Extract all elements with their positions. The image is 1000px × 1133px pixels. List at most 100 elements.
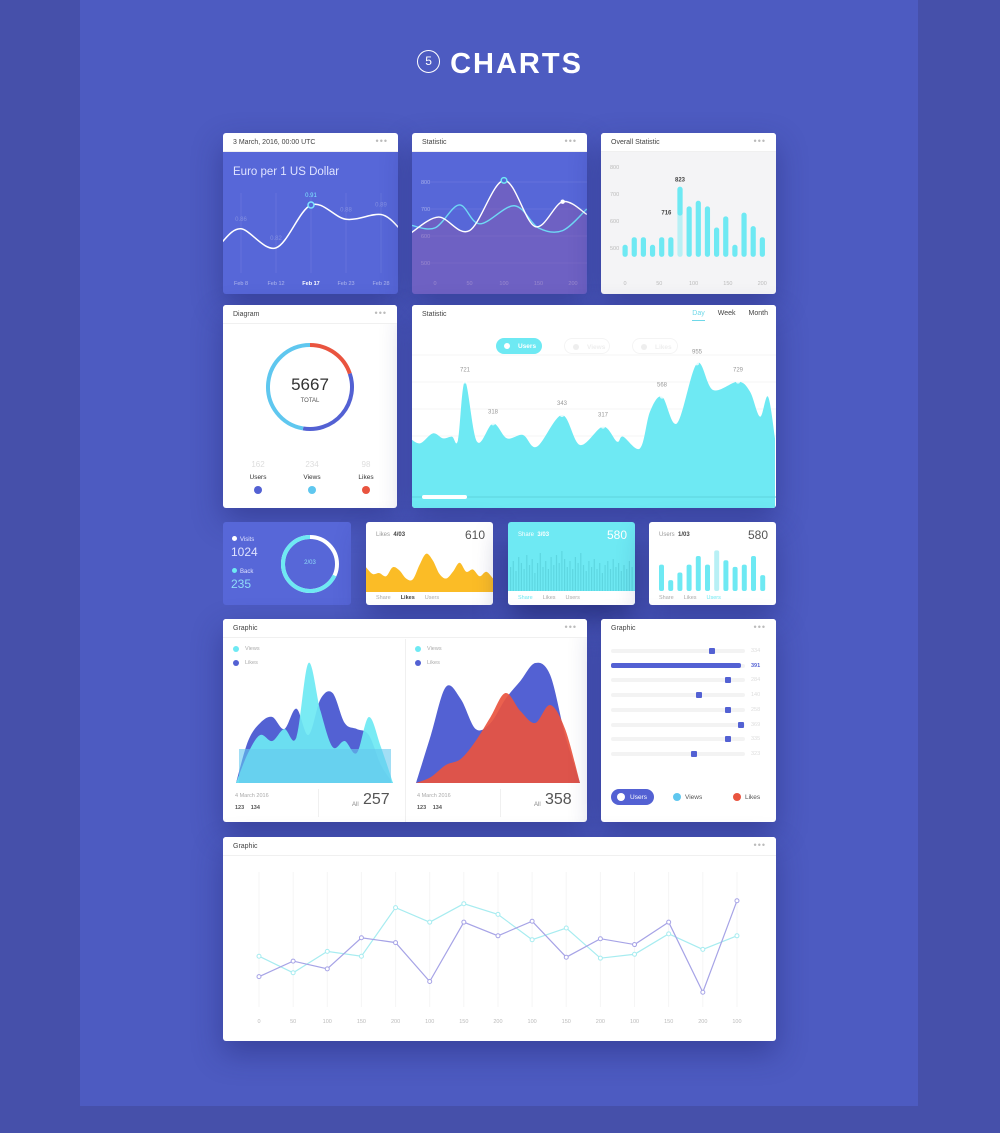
data-point	[660, 394, 664, 399]
bar	[601, 573, 603, 591]
more-dots-icon[interactable]: •••	[565, 622, 577, 632]
total-value: 5667	[291, 375, 329, 394]
data-label: 955	[692, 349, 703, 355]
data-point	[529, 918, 535, 924]
bar	[520, 563, 522, 591]
more-dots-icon[interactable]: •••	[754, 136, 766, 146]
x-tick-label: 100	[323, 1019, 332, 1025]
tab-week[interactable]: Week	[718, 310, 736, 320]
x-tick-label: 100	[425, 1019, 434, 1025]
bar	[609, 569, 612, 591]
more-dots-icon[interactable]: •••	[376, 136, 388, 146]
tab-likes[interactable]: Likes	[401, 595, 415, 601]
x-tick-label: 150	[562, 1019, 571, 1025]
bar-marker[interactable]	[724, 677, 731, 684]
y-tick-label: 800	[610, 165, 619, 171]
legend-toggle-views[interactable]: Views	[671, 789, 714, 805]
bar-marker[interactable]	[691, 750, 698, 757]
bar	[534, 573, 536, 591]
more-dots-icon[interactable]: •••	[375, 308, 387, 318]
users-card: Users 1/03 580 Share Likes Users	[649, 522, 776, 605]
data-point	[427, 979, 433, 985]
legend-toggle-users[interactable]: Users	[611, 789, 654, 805]
x-tick-label: Feb 28	[372, 281, 389, 287]
statistic-area-card: Statistic Day Week Month Users Views Likes 7…	[412, 305, 776, 508]
tab-share[interactable]: Share	[518, 595, 533, 601]
tab-share[interactable]: Share	[659, 595, 674, 601]
data-point	[358, 935, 364, 941]
tab-month[interactable]: Month	[749, 310, 768, 320]
bar	[542, 567, 544, 591]
more-dots-icon[interactable]: •••	[754, 840, 766, 850]
scrollbar-thumb[interactable]	[422, 495, 467, 499]
bar-marker[interactable]	[708, 648, 715, 654]
data-point	[695, 361, 699, 366]
page-title: 5 CHARTS	[0, 48, 1000, 81]
bar	[553, 565, 555, 591]
legend-label: Likes	[358, 474, 374, 481]
toggle-dot-icon	[733, 793, 741, 801]
bar	[659, 237, 665, 257]
bar	[561, 551, 563, 591]
card-header: Graphic	[601, 619, 776, 638]
statistic-line-chart: 800700600500050100150200	[412, 176, 587, 294]
bar	[695, 556, 701, 591]
tab-likes[interactable]: Likes	[684, 595, 697, 601]
data-point	[256, 953, 262, 959]
bar-value: 391	[751, 662, 761, 669]
bar	[528, 565, 531, 591]
diagram-card: Diagram ••• 5667 TOTAL 162 Users 234 Views 9…	[223, 305, 397, 508]
bar	[564, 559, 566, 591]
bar	[622, 244, 628, 257]
bar	[723, 560, 729, 591]
x-tick-label: 100	[732, 1019, 741, 1025]
bar-marker[interactable]	[696, 692, 703, 699]
tab-likes[interactable]: Likes	[543, 595, 556, 601]
x-tick-label: 150	[357, 1019, 366, 1025]
overall-bar-chart: 800 700 600 500 0 50 100 150 200 823 716	[610, 165, 767, 287]
bar	[714, 227, 720, 257]
bar	[750, 226, 756, 257]
tab-users[interactable]: Users	[425, 595, 439, 601]
bar	[759, 237, 765, 257]
bar	[526, 555, 528, 591]
data-point	[529, 937, 535, 943]
tab-day[interactable]: Day	[692, 310, 705, 321]
tab-users[interactable]: Users	[707, 595, 721, 601]
mountain-area-charts	[236, 662, 580, 783]
bar	[668, 580, 674, 591]
bar	[569, 561, 571, 591]
legend-toggle-likes[interactable]: Likes	[731, 789, 774, 805]
bar	[626, 569, 628, 591]
section-number: 5	[417, 49, 441, 73]
title-text: CHARTS	[450, 48, 583, 80]
legend-label: Users	[249, 474, 267, 481]
bar-marker[interactable]	[737, 721, 744, 728]
legend-toggle-views[interactable]: Views	[564, 338, 610, 354]
legend-label: Likes	[245, 660, 258, 666]
tab-users[interactable]: Users	[566, 595, 580, 601]
data-point	[358, 953, 364, 959]
data-point	[734, 898, 740, 904]
legend-toggle-users[interactable]: Users	[496, 338, 542, 354]
data-point	[256, 974, 262, 980]
area-fill	[412, 362, 775, 508]
legend-value: 234	[305, 460, 319, 469]
bar-value: 258	[751, 706, 761, 713]
data-point	[563, 925, 569, 931]
x-tick-label: 200	[698, 1019, 707, 1025]
bar-marker[interactable]	[724, 706, 731, 713]
legend-dot-icon	[308, 486, 316, 494]
tab-share[interactable]: Share	[376, 595, 391, 601]
data-point	[700, 946, 706, 952]
more-dots-icon[interactable]: •••	[754, 622, 766, 632]
more-dots-icon[interactable]: •••	[565, 136, 577, 146]
legend-toggle-likes[interactable]: Likes	[632, 338, 678, 354]
legend-label: Views	[303, 474, 321, 481]
card-header: Overall Statistic	[601, 133, 776, 152]
legend-dot-icon	[233, 660, 239, 666]
x-tick-label: 200	[596, 1019, 605, 1025]
bar	[649, 244, 656, 257]
bar-marker[interactable]	[724, 736, 731, 743]
toggle-dot-icon	[641, 344, 647, 350]
